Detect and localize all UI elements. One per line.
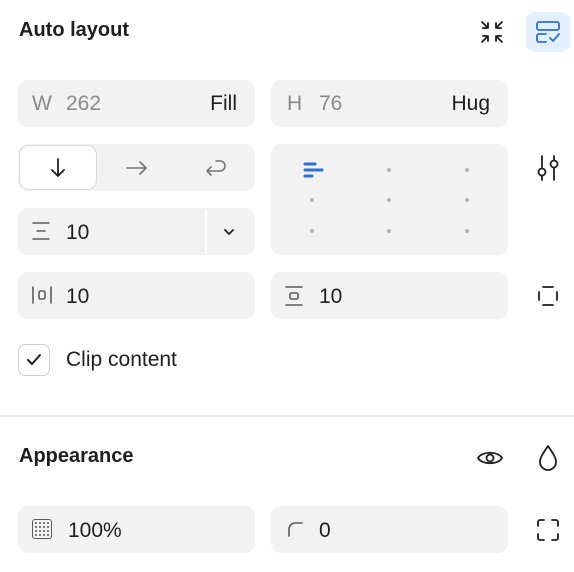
eye-icon[interactable] (470, 438, 510, 478)
direction-vertical-button[interactable] (19, 145, 97, 190)
wrap-icon (206, 159, 226, 176)
horizontal-padding-value[interactable]: 10 (66, 285, 89, 309)
corner-radius-icon (285, 519, 305, 539)
auto-layout-title: Auto layout (19, 19, 129, 41)
direction-control (18, 144, 255, 191)
padding-individual-icon[interactable] (528, 276, 568, 316)
arrow-down-icon (51, 157, 65, 177)
corners-icon[interactable] (528, 510, 568, 550)
width-mode[interactable]: Fill (210, 92, 237, 116)
height-prefix: H (287, 91, 303, 115)
direction-horizontal-button[interactable] (98, 144, 176, 191)
arrow-right-icon (126, 160, 147, 175)
horizontal-padding-field[interactable]: 10 (18, 272, 255, 319)
gap-value[interactable]: 10 (66, 221, 89, 245)
width-field[interactable]: W 262 Fill (18, 80, 255, 127)
padding-horizontal-icon (30, 284, 54, 306)
vertical-padding-value[interactable]: 10 (319, 285, 342, 309)
align-top-left-icon[interactable] (302, 161, 324, 179)
width-prefix: W (32, 91, 52, 115)
height-field[interactable]: H 76 Hug (271, 80, 508, 127)
align-top-center[interactable] (387, 168, 391, 172)
gap-vertical-icon (30, 220, 52, 242)
align-bottom-left[interactable] (310, 229, 314, 233)
alignment-grid[interactable] (271, 144, 508, 255)
corner-radius-value[interactable]: 0 (319, 519, 331, 543)
opacity-icon (32, 519, 52, 539)
section-divider (0, 415, 574, 417)
direction-wrap-button[interactable] (176, 144, 254, 191)
align-top-right[interactable] (465, 168, 469, 172)
height-mode[interactable]: Hug (451, 92, 490, 116)
align-bottom-right[interactable] (465, 229, 469, 233)
clip-content-label: Clip content (66, 348, 177, 371)
drop-icon[interactable] (528, 438, 568, 478)
gap-field[interactable]: 10 (18, 208, 255, 255)
opacity-value[interactable]: 100% (68, 519, 122, 543)
vertical-padding-field[interactable]: 10 (271, 272, 508, 319)
align-bottom-center[interactable] (387, 229, 391, 233)
height-value[interactable]: 76 (319, 92, 451, 116)
align-middle-center[interactable] (387, 198, 391, 202)
opacity-field[interactable]: 100% (18, 506, 255, 553)
align-middle-left[interactable] (310, 198, 314, 202)
layout-check-icon[interactable] (526, 12, 570, 52)
chevron-down-icon[interactable] (220, 223, 238, 241)
checkmark-icon (27, 354, 41, 365)
padding-vertical-icon (283, 284, 305, 308)
corner-radius-field[interactable]: 0 (271, 506, 508, 553)
width-value[interactable]: 262 (66, 92, 210, 116)
clip-content-checkbox[interactable] (18, 344, 50, 376)
sliders-icon[interactable] (528, 148, 568, 188)
appearance-title: Appearance (19, 445, 134, 467)
gap-divider (205, 210, 207, 253)
collapse-arrows-icon[interactable] (472, 12, 512, 52)
align-middle-right[interactable] (465, 198, 469, 202)
